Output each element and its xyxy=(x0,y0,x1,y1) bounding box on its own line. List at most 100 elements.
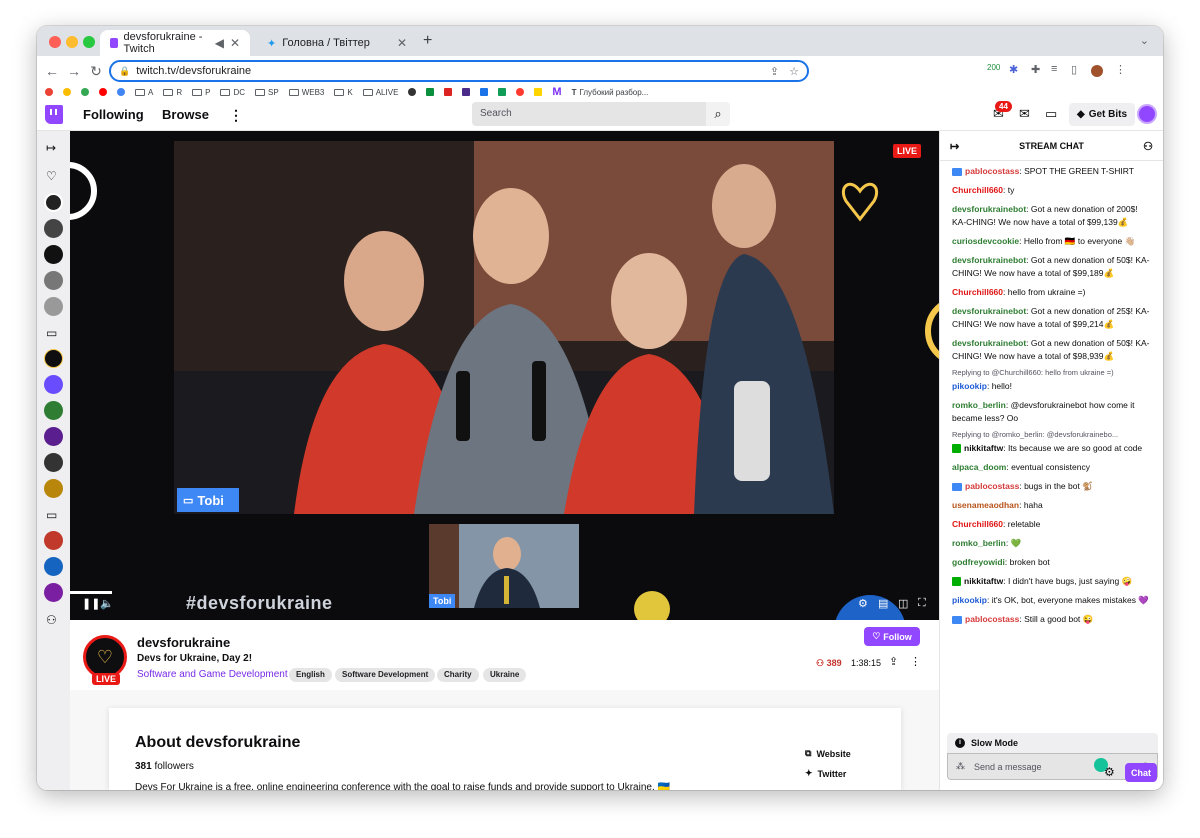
chat-username[interactable]: devsforukrainebot xyxy=(952,204,1026,214)
recommended-channel-avatar[interactable] xyxy=(44,583,63,602)
video-player[interactable]: LIVE ▭ Tobi Tobi #devsforukraine ❚❚ 🔈 ⚙ … xyxy=(70,131,939,620)
bookmark-folder-k[interactable]: K xyxy=(334,88,353,97)
maximize-window-button[interactable] xyxy=(83,36,95,48)
bookmark-icon[interactable] xyxy=(426,88,435,96)
chat-message[interactable]: curiosdevcookie: Hello from 🇩🇪 to everyo… xyxy=(948,232,1155,251)
reading-list-icon[interactable]: ≡ xyxy=(1051,63,1057,75)
star-icon[interactable]: ☆ xyxy=(789,65,799,78)
chat-message[interactable]: nikkitaftw: Its because we are so good a… xyxy=(948,439,1155,458)
forward-icon[interactable]: → xyxy=(63,63,85,79)
followed-channel-avatar[interactable] xyxy=(44,271,63,290)
back-icon[interactable]: ← xyxy=(41,63,63,79)
chat-username[interactable]: Churchill660 xyxy=(952,185,1003,195)
bookmark-icon[interactable] xyxy=(408,88,417,96)
chat-username[interactable]: pikookip xyxy=(952,381,987,391)
address-bar[interactable]: 🔒 twitch.tv/devsforukraine ⇪ ☆ xyxy=(109,60,809,82)
chat-message[interactable]: devsforukrainebot: Got a new donation of… xyxy=(948,251,1155,283)
chat-message[interactable]: usenameaodhan: haha xyxy=(948,496,1155,515)
chat-message[interactable]: romko_berlin: @devsforukrainebot how com… xyxy=(948,396,1155,428)
profile-avatar[interactable] xyxy=(1091,65,1103,77)
chat-username[interactable]: devsforukrainebot xyxy=(952,306,1026,316)
website-link[interactable]: ⧉ Website xyxy=(805,748,851,759)
followed-channel-avatar[interactable] xyxy=(44,219,63,238)
bookmark-folder-alive[interactable]: ALIVE xyxy=(362,88,398,97)
settings-icon[interactable]: ⚙ xyxy=(858,597,868,610)
twitter-link[interactable]: ✦ Twitter xyxy=(805,768,846,779)
chat-username[interactable]: nikkitaftw xyxy=(964,443,1003,453)
chat-username[interactable]: romko_berlin xyxy=(952,400,1006,410)
chat-username[interactable]: pikookip xyxy=(952,595,987,605)
google-icon[interactable] xyxy=(81,88,89,96)
chat-message[interactable]: pablocostass: SPOT THE GREEN T-SHIRT xyxy=(948,162,1155,181)
clip-icon[interactable]: ▤ xyxy=(878,597,888,610)
extension-icon[interactable]: ✱ xyxy=(1009,63,1018,76)
chat-username[interactable]: alpaca_doom xyxy=(952,462,1006,472)
recommended-channel-avatar[interactable] xyxy=(44,531,63,550)
whispers-icon[interactable]: ✉ xyxy=(1019,106,1030,122)
bookmark-icon[interactable] xyxy=(516,88,525,96)
bookmark-folder-dc[interactable]: DC xyxy=(220,88,245,97)
close-window-button[interactable] xyxy=(49,36,61,48)
chat-message[interactable]: pablocostass: Still a good bot 😜 xyxy=(948,610,1155,629)
more-menu-icon[interactable]: ⋮ xyxy=(229,107,243,124)
chat-username[interactable]: curiosdevcookie xyxy=(952,236,1019,246)
bookmark-folder-r[interactable]: R xyxy=(163,88,182,97)
chat-message[interactable]: devsforukrainebot: Got a new donation of… xyxy=(948,334,1155,366)
pause-icon[interactable]: ❚❚ xyxy=(82,597,100,610)
more-options-icon[interactable]: ⋮ xyxy=(910,655,921,668)
chat-username[interactable]: godfreyowidi xyxy=(952,557,1005,567)
chat-message[interactable]: pikookip: hello! xyxy=(948,377,1155,396)
puzzle-icon[interactable]: ✚ xyxy=(1031,63,1040,76)
bookmark-folder-a[interactable]: A xyxy=(135,88,153,97)
user-avatar[interactable] xyxy=(1137,104,1157,124)
sidebar-icon[interactable]: ▯ xyxy=(1071,63,1077,76)
bookmark-icon[interactable] xyxy=(498,88,507,96)
maps-icon[interactable] xyxy=(117,88,125,96)
chat-username[interactable]: pablocostass xyxy=(965,166,1019,176)
chat-send-button[interactable]: Chat xyxy=(1125,763,1157,782)
chat-message[interactable]: romko_berlin: 💚 xyxy=(948,534,1155,553)
chat-username[interactable]: romko_berlin xyxy=(952,538,1006,548)
chat-username[interactable]: nikkitaftw xyxy=(964,576,1003,586)
emote-picker-icon[interactable]: ⁂ xyxy=(956,761,965,772)
followed-channel-avatar[interactable] xyxy=(44,401,63,420)
bookmark-folder-sp[interactable]: SP xyxy=(255,88,279,97)
chat-username[interactable]: pablocostass xyxy=(965,614,1019,624)
close-tab-icon[interactable]: ✕ xyxy=(230,36,240,50)
gmail-icon[interactable] xyxy=(45,88,53,96)
tab-twitch[interactable]: devsforukraine - Twitch ◀ ✕ xyxy=(100,30,250,56)
followed-channel-avatar[interactable] xyxy=(44,453,63,472)
extension-badge[interactable]: 200 xyxy=(987,63,1000,72)
chat-username[interactable]: Churchill660 xyxy=(952,287,1003,297)
share-icon[interactable]: ⇪ xyxy=(770,65,779,78)
collapse-chat-icon[interactable]: ↦ xyxy=(950,140,959,153)
chat-message[interactable]: Churchill660: reletable xyxy=(948,515,1155,534)
expand-rail-icon[interactable]: ↦ xyxy=(46,141,56,155)
chat-username[interactable]: devsforukrainebot xyxy=(952,338,1026,348)
bookmark-icon[interactable] xyxy=(444,88,453,96)
search-input[interactable]: Search xyxy=(472,102,706,126)
volume-bar[interactable] xyxy=(70,591,112,594)
volume-icon[interactable]: 🔈 xyxy=(100,597,114,610)
follow-button[interactable]: ♡ Follow xyxy=(864,627,920,646)
youtube-icon[interactable] xyxy=(99,88,107,96)
chat-username[interactable]: devsforukrainebot xyxy=(952,255,1026,265)
drive-icon[interactable] xyxy=(63,88,71,96)
chat-message[interactable]: pikookip: it's OK, bot, everyone makes m… xyxy=(948,591,1155,610)
community-icon[interactable]: ⚇ xyxy=(1143,140,1153,153)
chat-username[interactable]: usenameaodhan xyxy=(952,500,1019,510)
followed-channel-avatar[interactable] xyxy=(44,193,63,212)
bookmark-folder-p[interactable]: P xyxy=(192,88,210,97)
bookmark-icon[interactable] xyxy=(480,88,489,96)
search-icon[interactable]: ⌕ xyxy=(706,102,730,126)
users-icon[interactable]: ⚇ xyxy=(46,613,57,627)
chat-username[interactable]: Churchill660 xyxy=(952,519,1003,529)
followed-channel-avatar[interactable] xyxy=(44,297,63,316)
nav-browse[interactable]: Browse xyxy=(162,107,209,122)
minimize-window-button[interactable] xyxy=(66,36,78,48)
tab-search-icon[interactable]: ⌄ xyxy=(1140,34,1149,47)
chat-message[interactable]: Churchill660: ty xyxy=(948,181,1155,200)
followed-channel-avatar[interactable] xyxy=(44,427,63,446)
chat-message[interactable]: Churchill660: hello from ukraine =) xyxy=(948,283,1155,302)
chat-message[interactable]: nikkitaftw: I didn't have bugs, just say… xyxy=(948,572,1155,591)
